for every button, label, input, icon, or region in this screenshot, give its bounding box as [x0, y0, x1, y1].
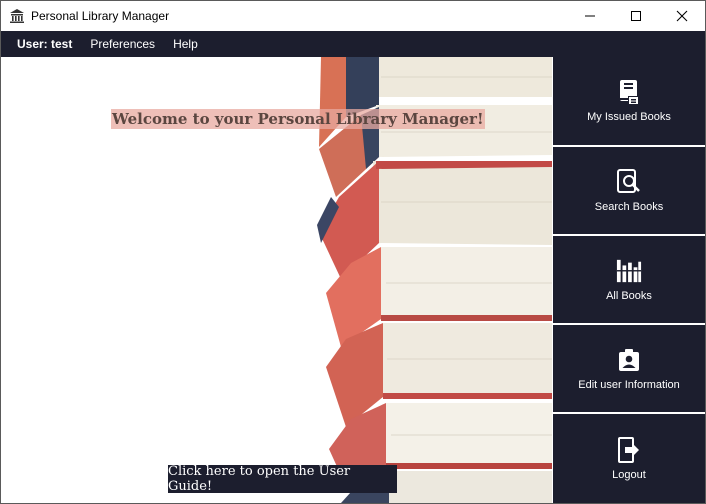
edit-user-info-label: Edit user Information	[578, 378, 680, 391]
app-window: Personal Library Manager User: test Pref…	[0, 0, 706, 504]
user-badge-icon	[616, 347, 642, 373]
minimize-icon	[585, 15, 595, 17]
title-bar[interactable]: Personal Library Manager	[1, 1, 705, 31]
all-books-label: All Books	[606, 289, 652, 302]
all-books-button[interactable]: All Books	[553, 236, 705, 323]
open-user-guide-button[interactable]: Click here to open the User Guide!	[168, 464, 397, 494]
sidebar: My Issued Books Search Books All Books E…	[553, 57, 705, 503]
my-issued-books-label: My Issued Books	[587, 111, 671, 123]
maximize-button[interactable]	[613, 1, 659, 31]
logout-label: Logout	[612, 468, 646, 481]
logout-icon	[616, 436, 642, 463]
library-app-icon	[9, 8, 25, 24]
maximize-icon	[631, 11, 641, 21]
minimize-button[interactable]	[567, 1, 613, 31]
issued-books-icon	[616, 79, 642, 105]
menu-bar: User: test Preferences Help	[1, 31, 705, 57]
menu-help[interactable]: Help	[164, 31, 207, 57]
window-title: Personal Library Manager	[31, 9, 170, 23]
my-issued-books-button[interactable]: My Issued Books	[553, 57, 705, 145]
welcome-heading: Welcome to your Personal Library Manager…	[111, 109, 485, 129]
menu-preferences[interactable]: Preferences	[81, 31, 164, 57]
logout-button[interactable]: Logout	[553, 414, 705, 503]
main-content: Welcome to your Personal Library Manager…	[1, 57, 552, 503]
edit-user-info-button[interactable]: Edit user Information	[553, 325, 705, 412]
close-icon	[676, 10, 688, 22]
close-button[interactable]	[659, 1, 705, 31]
search-books-button[interactable]: Search Books	[553, 147, 705, 234]
menu-user[interactable]: User: test	[1, 31, 81, 57]
search-book-icon	[616, 168, 642, 195]
bookshelf-icon	[616, 258, 642, 284]
search-books-label: Search Books	[594, 200, 664, 213]
